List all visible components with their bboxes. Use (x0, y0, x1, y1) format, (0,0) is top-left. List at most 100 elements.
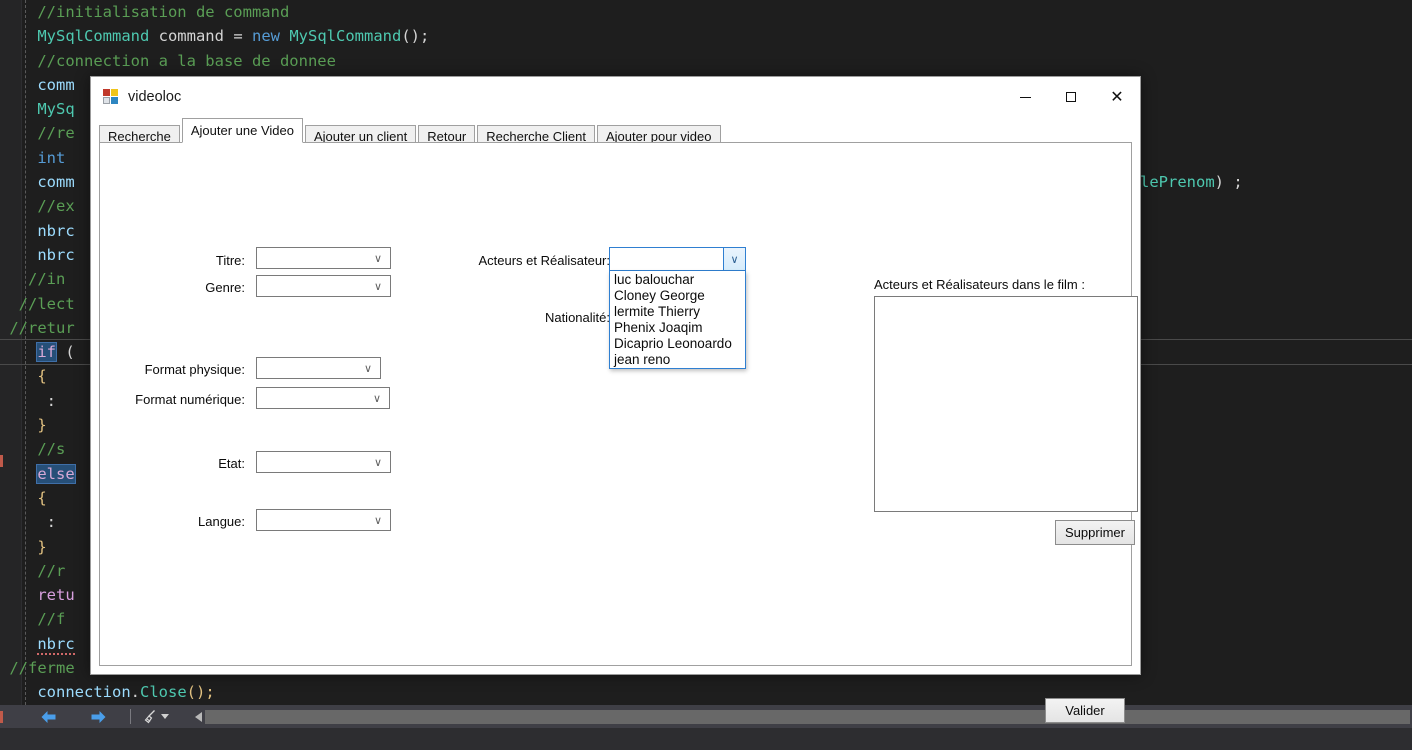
code-token: nbrc (37, 221, 75, 240)
close-button[interactable]: ✕ (1094, 77, 1140, 117)
dropdown-option[interactable]: Cloney George (610, 288, 745, 304)
scroll-left-arrow-icon[interactable] (195, 711, 202, 722)
label-acteurs-realisateur: Acteurs et Réalisateur: (478, 253, 610, 268)
dropdown-option[interactable]: Dicaprio Leonoardo (610, 336, 745, 352)
code-token: : (46, 513, 57, 532)
broom-icon-group[interactable] (138, 707, 173, 727)
label-nationalite: Nationalité: (544, 310, 610, 325)
code-line: connection.Close(); (0, 680, 1412, 704)
combo-acteurs-realisateur[interactable]: ∨ (609, 247, 746, 271)
chevron-down-icon: ∨ (373, 251, 382, 265)
horizontal-scrollbar[interactable] (195, 709, 1412, 724)
minimize-button[interactable] (1002, 77, 1048, 117)
code-token: //f (37, 610, 66, 629)
code-token: Close (140, 683, 187, 702)
code-right-fragment: lePrenom) ; (1140, 170, 1243, 194)
maximize-button[interactable] (1048, 77, 1094, 117)
combo-langue[interactable]: ∨ (256, 509, 391, 531)
code-token: MySq (37, 100, 75, 119)
code-token: //ex (37, 197, 75, 216)
dropdown-option[interactable]: luc balouchar (610, 272, 745, 288)
code-line: //connection a la base de donnee (0, 49, 1412, 73)
combo-etat[interactable]: ∨ (256, 451, 391, 473)
acteurs-listbox[interactable] (874, 296, 1138, 512)
forward-arrow-icon[interactable] (84, 707, 112, 727)
code-token: (); (186, 683, 215, 702)
window-title: videoloc (128, 88, 182, 105)
label-format-physique: Format physique: (144, 362, 245, 377)
code-token: { (37, 367, 47, 386)
combo-format-numerique[interactable]: ∨ (256, 387, 390, 409)
tab-label: Ajouter une Video (190, 123, 294, 138)
combo-format-physique[interactable]: ∨ (256, 357, 381, 379)
code-token: : (46, 391, 57, 410)
tab-ajouter-une-video[interactable]: Ajouter une Video (181, 118, 303, 143)
code-token: //retur (9, 318, 75, 337)
editor-bottom-toolbar[interactable] (0, 705, 1412, 727)
code-token: (); (401, 27, 430, 46)
code-token: connection (37, 683, 131, 702)
code-token: } (37, 416, 47, 435)
label-listbox-title: Acteurs et Réalisateurs dans le film : (874, 277, 1085, 292)
supprimer-button[interactable]: Supprimer (1055, 520, 1135, 545)
tab-strip[interactable]: Recherche Ajouter une Video Ajouter un cli… (99, 118, 1140, 146)
combo-titre[interactable]: ∨ (256, 247, 391, 269)
code-token: = (233, 27, 252, 46)
chevron-down-icon: ∨ (372, 391, 381, 405)
dropdown-toggle-icon[interactable]: ∨ (723, 248, 745, 270)
dropdown-option-list[interactable]: luc balouchar Cloney George lermite Thierr… (609, 271, 746, 369)
videoloc-window[interactable]: videoloc ✕ Recherche Ajouter une Video Ajo… (90, 76, 1141, 723)
code-token: ( (56, 343, 75, 362)
scrollbar-thumb[interactable] (205, 709, 1410, 724)
code-token: MySqlCommand (289, 27, 402, 46)
code-token: lePrenom (1140, 173, 1215, 191)
chevron-down-icon[interactable] (161, 714, 169, 719)
code-token: nbrc (37, 245, 75, 264)
back-arrow-icon[interactable] (34, 707, 62, 727)
code-token: //connection a la base de donnee (37, 51, 336, 70)
tab-page-ajouter-une-video: Titre: ∨ Genre: ∨ Format physique: ∨ For… (99, 142, 1138, 723)
code-token: nbrc (37, 634, 75, 655)
error-margin-mark (0, 455, 3, 467)
selected-keyword: if (36, 342, 57, 363)
dropdown-option[interactable]: Phenix Joaqim (610, 320, 745, 336)
valider-button[interactable]: Valider (1045, 698, 1125, 723)
label-etat: Etat: (218, 456, 245, 471)
code-token: //in (28, 270, 66, 289)
winforms-app-icon (103, 88, 119, 105)
dropdown-option[interactable]: jean reno (610, 352, 745, 368)
code-token: . (130, 683, 140, 702)
window-titlebar[interactable]: videoloc ✕ (91, 77, 1140, 117)
code-token: } (37, 537, 47, 556)
combo-genre[interactable]: ∨ (256, 275, 391, 297)
bottom-error-mark (0, 711, 3, 723)
status-bar (0, 727, 1412, 750)
code-token: //s (37, 440, 66, 459)
broom-icon (144, 709, 155, 723)
toolbar-separator (130, 709, 131, 724)
window-controls[interactable]: ✕ (1002, 77, 1140, 117)
chevron-down-icon: ∨ (373, 513, 382, 527)
dropdown-option[interactable]: lermite Thierry (610, 304, 745, 320)
chevron-down-icon: ∨ (363, 361, 372, 375)
chevron-down-icon: ∨ (373, 279, 382, 293)
